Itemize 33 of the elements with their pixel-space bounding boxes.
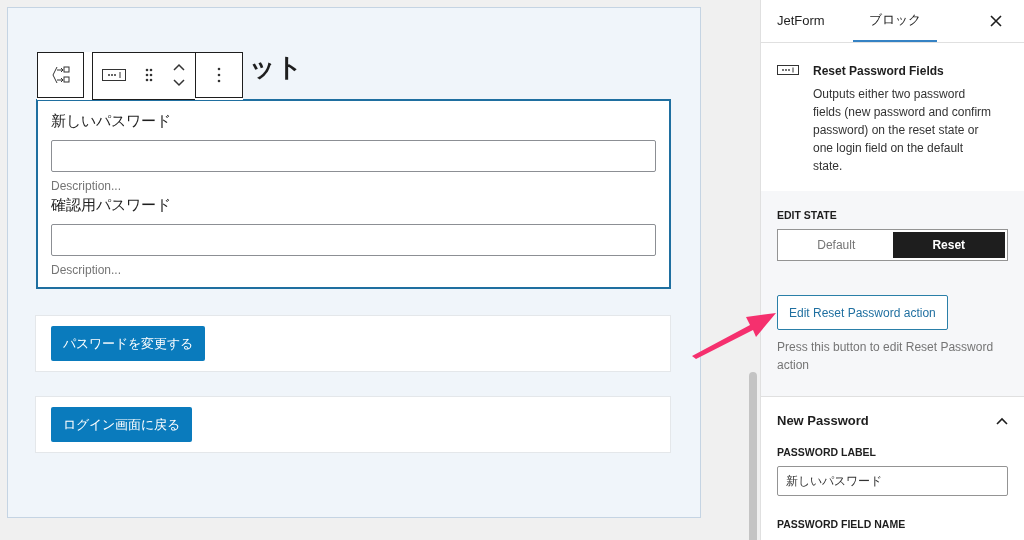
sidebar-tab[interactable]: JetForm xyxy=(769,0,833,42)
label-field[interactable]: 新しいパスワード xyxy=(777,466,1008,496)
section-label: EDIT STATE xyxy=(777,209,838,221)
field-description: Description... xyxy=(51,263,123,277)
form-button[interactable]: パスワードを変更する xyxy=(51,326,205,361)
flow-icon xyxy=(50,64,71,86)
field-label: 新しいパスワード xyxy=(51,111,172,131)
panel-title: New Password xyxy=(777,413,869,428)
page-heading: ット xyxy=(249,51,303,84)
transform-button[interactable] xyxy=(37,52,84,98)
form-button[interactable]: ログイン画面に戻る xyxy=(51,407,192,442)
up-down-icon xyxy=(172,62,186,88)
field-description: Description... xyxy=(51,179,123,193)
field-label: PASSWORD FIELD NAME xyxy=(777,518,907,530)
options-button[interactable] xyxy=(195,52,243,98)
field-label: 確認用パスワード xyxy=(51,195,172,215)
sidebar-tab[interactable]: ブロック xyxy=(852,0,937,42)
password-field-icon xyxy=(102,69,126,81)
password-input[interactable] xyxy=(51,224,656,256)
password-fields-block[interactable]: 新しいパスワード Description... 確認用パスワード Description... xyxy=(36,99,671,289)
drag-icon xyxy=(144,67,154,83)
password-field-icon xyxy=(777,65,799,75)
chevron-icon[interactable] xyxy=(996,416,1008,425)
scrollbar-thumb[interactable] xyxy=(749,372,757,540)
edit-action-button[interactable]: Edit Reset Password action xyxy=(777,295,948,330)
block-description: Outputs either two password fields (new password and confirm password) on the reset state or one login field on the default state. xyxy=(813,86,993,175)
help-text: Press this button to edit Reset Password action xyxy=(777,339,995,374)
state-option[interactable]: Reset xyxy=(892,232,1005,258)
password-input[interactable] xyxy=(51,140,656,172)
block-title: Reset Password Fields xyxy=(813,63,945,79)
field-label: PASSWORD LABEL xyxy=(777,446,877,458)
more-icon xyxy=(217,67,221,83)
close-icon[interactable] xyxy=(990,15,1002,27)
